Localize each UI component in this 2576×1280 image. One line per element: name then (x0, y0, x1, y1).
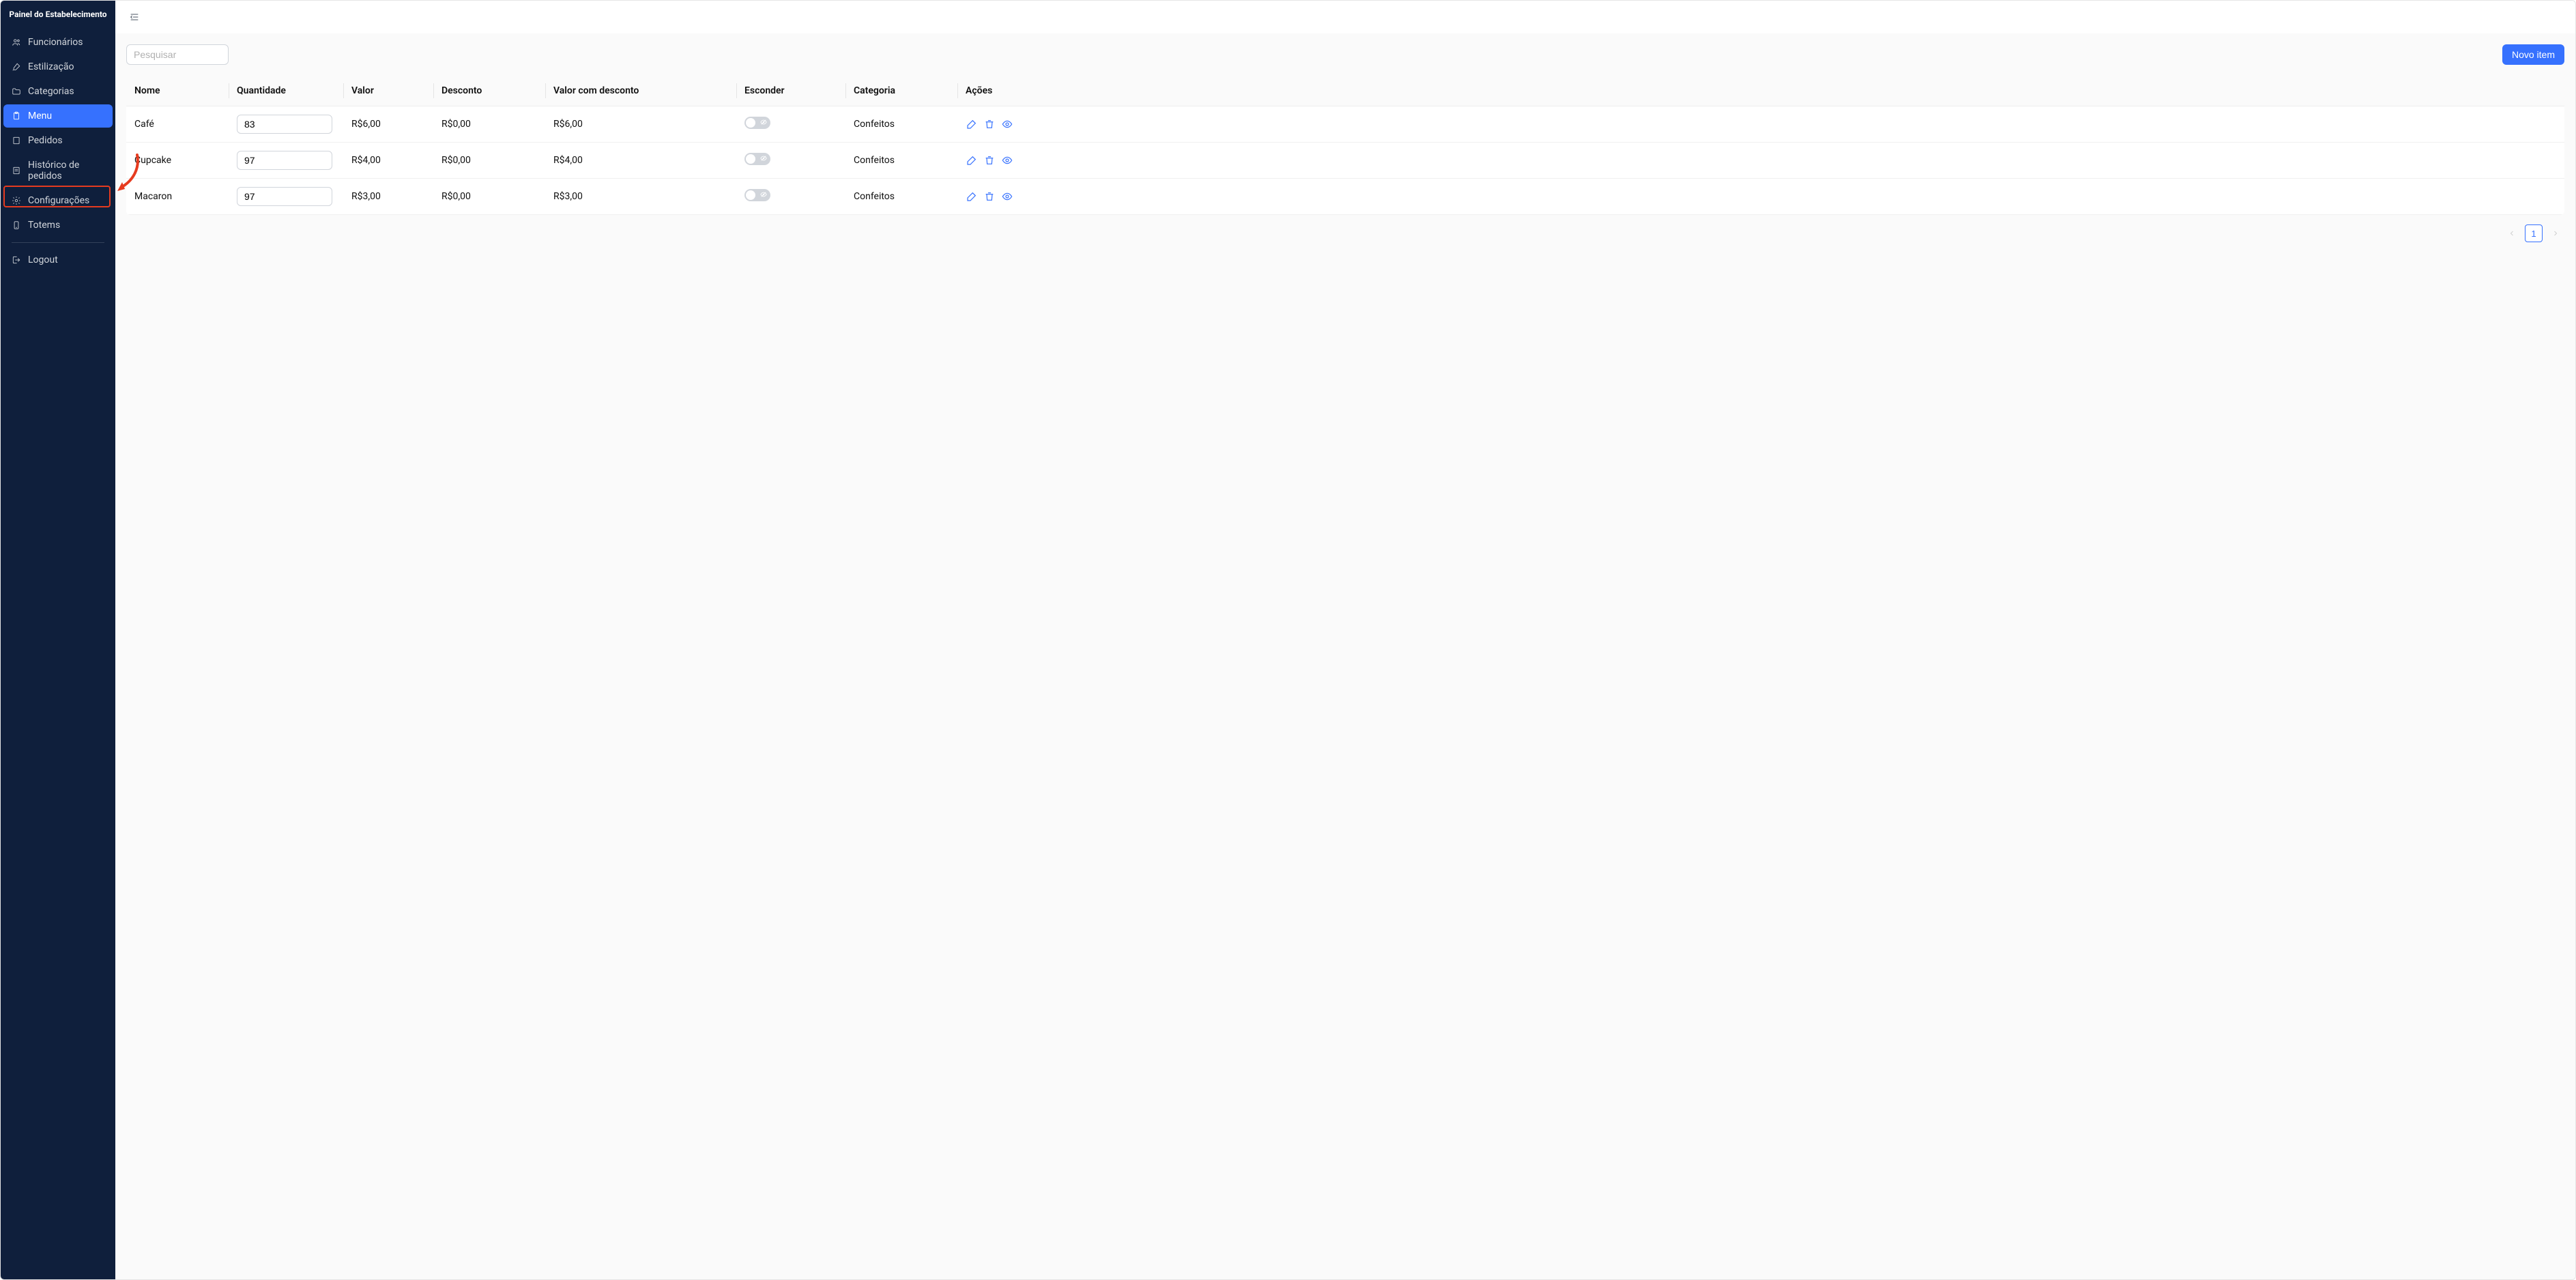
table-row: Cupcake R$4,00 R$0,00 R$4,00 Confeitos (126, 143, 2564, 179)
eye-off-icon (760, 191, 767, 198)
new-item-button[interactable]: Novo item (2502, 44, 2564, 65)
quantity-input[interactable] (237, 115, 332, 134)
cell-desconto: R$0,00 (433, 179, 545, 215)
table-header-desconto: Desconto (433, 76, 545, 106)
eye-off-icon (760, 119, 767, 126)
cell-valor: R$4,00 (343, 143, 433, 179)
sidebar-item-label: Histórico de pedidos (28, 160, 104, 181)
brush-icon (12, 62, 21, 72)
sidebar-item-label: Funcionários (28, 37, 83, 48)
gear-icon (12, 196, 21, 205)
delete-button[interactable] (983, 118, 996, 130)
search-input[interactable] (126, 44, 229, 65)
table-header-valor: Valor (343, 76, 433, 106)
quantity-input[interactable] (237, 151, 332, 170)
sidebar-item-label: Logout (28, 254, 58, 265)
sidebar-item-configuracoes[interactable]: Configurações (3, 189, 113, 212)
cell-quantidade (229, 143, 343, 179)
cell-nome: Macaron (126, 179, 229, 215)
cell-esconder (736, 179, 845, 215)
table-container: Nome Quantidade Valor Desconto Valor com… (126, 76, 2564, 215)
cell-esconder (736, 106, 845, 143)
sidebar-item-label: Menu (28, 111, 52, 121)
cell-nome: Cupcake (126, 143, 229, 179)
cell-valor-com-desconto: R$3,00 (545, 179, 736, 215)
cell-categoria: Confeitos (845, 106, 957, 143)
cell-quantidade (229, 106, 343, 143)
doc-lines-icon (12, 166, 21, 175)
cell-esconder (736, 143, 845, 179)
sidebar-item-historico[interactable]: Histórico de pedidos (3, 154, 113, 188)
table-header-esconder: Esconder (736, 76, 845, 106)
doc-icon (12, 136, 21, 145)
table-header-acoes: Ações (957, 76, 2564, 106)
cell-valor: R$6,00 (343, 106, 433, 143)
cell-quantidade (229, 179, 343, 215)
cell-valor-com-desconto: R$4,00 (545, 143, 736, 179)
folder-icon (12, 87, 21, 96)
nav-divider (12, 242, 104, 243)
cell-acoes (957, 106, 2564, 143)
clipboard-icon (12, 111, 21, 121)
view-button[interactable] (1001, 190, 1013, 203)
sidebar-item-funcionarios[interactable]: Funcionários (3, 31, 113, 54)
cell-desconto: R$0,00 (433, 106, 545, 143)
table-row: Macaron R$3,00 R$0,00 R$3,00 Confeitos (126, 179, 2564, 215)
sidebar-item-logout[interactable]: Logout (3, 248, 113, 272)
users-icon (12, 38, 21, 47)
table-header-valor-com-desconto: Valor com desconto (545, 76, 736, 106)
topbar (115, 1, 2575, 33)
edit-button[interactable] (966, 154, 978, 166)
cell-acoes (957, 143, 2564, 179)
sidebar-item-label: Estilização (28, 61, 74, 72)
cell-acoes (957, 179, 2564, 215)
view-button[interactable] (1001, 154, 1013, 166)
eye-off-icon (760, 155, 767, 162)
tablet-icon (12, 220, 21, 230)
sidebar-item-label: Categorias (28, 86, 74, 97)
pagination-page-1[interactable]: 1 (2525, 224, 2543, 242)
table-header-quantidade: Quantidade (229, 76, 343, 106)
sidebar-item-label: Configurações (28, 195, 89, 206)
cell-categoria: Confeitos (845, 179, 957, 215)
table-header-categoria: Categoria (845, 76, 957, 106)
view-button[interactable] (1001, 118, 1013, 130)
sidebar-item-label: Pedidos (28, 135, 63, 146)
edit-button[interactable] (966, 118, 978, 130)
edit-button[interactable] (966, 190, 978, 203)
cell-valor-com-desconto: R$6,00 (545, 106, 736, 143)
sidebar-item-estilizacao[interactable]: Estilização (3, 55, 113, 78)
pagination: 1 (126, 215, 2564, 242)
sidebar-item-label: Totems (28, 220, 60, 231)
sidebar-collapse-button[interactable] (126, 9, 143, 25)
hide-toggle[interactable] (744, 189, 770, 201)
logout-icon (12, 255, 21, 265)
delete-button[interactable] (983, 154, 996, 166)
pagination-next[interactable] (2547, 224, 2564, 242)
sidebar-item-menu[interactable]: Menu (3, 104, 113, 128)
main-content: Novo item Nome Quantidade Valor Desconto… (115, 1, 2575, 1279)
table-header-nome: Nome (126, 76, 229, 106)
content-area: Novo item Nome Quantidade Valor Desconto… (115, 33, 2575, 1279)
items-table: Nome Quantidade Valor Desconto Valor com… (126, 76, 2564, 215)
sidebar-item-categorias[interactable]: Categorias (3, 80, 113, 103)
toolbar: Novo item (126, 44, 2564, 65)
sidebar: Painel do Estabelecimento Funcionários E… (1, 1, 115, 1279)
cell-nome: Café (126, 106, 229, 143)
hide-toggle[interactable] (744, 153, 770, 165)
quantity-input[interactable] (237, 187, 332, 206)
sidebar-item-totems[interactable]: Totems (3, 214, 113, 237)
sidebar-title: Painel do Estabelecimento (1, 1, 115, 28)
hide-toggle[interactable] (744, 117, 770, 129)
table-row: Café R$6,00 R$0,00 R$6,00 Confeitos (126, 106, 2564, 143)
sidebar-nav: Funcionários Estilização Categorias Menu (1, 28, 115, 273)
delete-button[interactable] (983, 190, 996, 203)
pagination-prev[interactable] (2503, 224, 2521, 242)
cell-valor: R$3,00 (343, 179, 433, 215)
sidebar-item-pedidos[interactable]: Pedidos (3, 129, 113, 152)
cell-desconto: R$0,00 (433, 143, 545, 179)
cell-categoria: Confeitos (845, 143, 957, 179)
